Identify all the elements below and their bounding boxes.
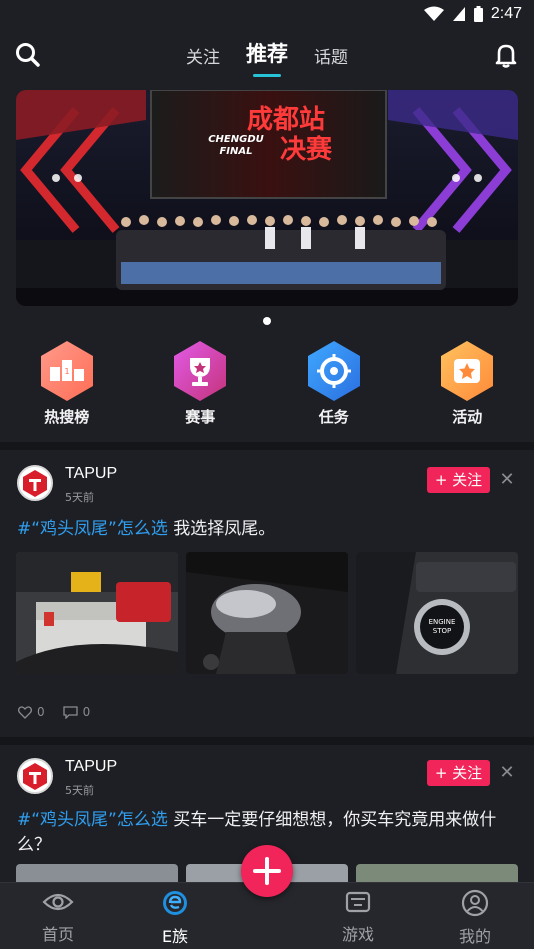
follow-button[interactable]: + 关注 bbox=[427, 467, 490, 493]
entry-tasks[interactable]: 任务 bbox=[267, 340, 401, 430]
post-images: ENGINE STOP bbox=[16, 552, 518, 674]
tab-follow[interactable]: 关注 bbox=[186, 43, 220, 68]
follow-button[interactable]: + 关注 bbox=[427, 760, 490, 786]
author-name[interactable]: TAPUP bbox=[65, 758, 117, 776]
post-body: 我选择凤尾。 bbox=[167, 519, 276, 539]
svg-text:STOP: STOP bbox=[433, 627, 451, 635]
carousel-dot[interactable] bbox=[263, 317, 271, 325]
status-time: 2:47 bbox=[490, 5, 522, 22]
post-image-gear-shifter[interactable] bbox=[186, 552, 348, 674]
signal-icon bbox=[452, 7, 465, 21]
feed-post[interactable]: TAPUP 5天前 + 关注 ✕ #“鸡头凤尾”怎么选 我选择凤尾。 ENGIN… bbox=[0, 465, 534, 730]
post-image-start-button[interactable]: ENGINE STOP bbox=[356, 552, 518, 674]
tapup-logo-icon bbox=[23, 763, 47, 790]
post-time: 5天前 bbox=[65, 491, 94, 504]
svg-text:1: 1 bbox=[64, 367, 69, 376]
post-image-engine[interactable] bbox=[16, 552, 178, 674]
plus-icon bbox=[253, 857, 281, 885]
notifications-button[interactable] bbox=[492, 41, 520, 69]
tab-recommend[interactable]: 推荐 bbox=[246, 38, 288, 77]
entry-label: 活动 bbox=[452, 408, 483, 426]
entry-activities[interactable]: 活动 bbox=[401, 340, 534, 430]
close-icon[interactable]: ✕ bbox=[498, 467, 516, 493]
create-post-button[interactable] bbox=[241, 845, 293, 897]
nav-profile[interactable]: 我的 bbox=[435, 889, 515, 947]
entry-label: 热搜榜 bbox=[44, 408, 90, 426]
eye-icon bbox=[42, 893, 74, 911]
entry-hot-search[interactable]: 1 热搜榜 bbox=[0, 340, 134, 430]
tapup-logo-icon bbox=[23, 470, 47, 497]
avatar[interactable] bbox=[17, 758, 53, 794]
svg-text:CHENGDU: CHENGDU bbox=[208, 134, 264, 145]
profile-icon bbox=[461, 889, 489, 917]
star-icon bbox=[441, 341, 494, 401]
wifi-icon bbox=[423, 6, 444, 21]
tab-topics[interactable]: 话题 bbox=[314, 43, 348, 68]
heart-icon bbox=[18, 705, 32, 719]
avatar[interactable] bbox=[17, 465, 53, 501]
top-nav: 关注 推荐 话题 bbox=[0, 30, 534, 80]
comment-count: 0 bbox=[82, 705, 91, 719]
svg-text:ENGINE: ENGINE bbox=[429, 618, 456, 626]
nav-label: 首页 bbox=[41, 925, 74, 944]
nav-games[interactable]: 游戏 bbox=[318, 889, 398, 945]
comment-stat[interactable]: 0 bbox=[62, 705, 91, 719]
post-image[interactable] bbox=[16, 864, 178, 882]
banner-title: 成都站 bbox=[247, 105, 325, 135]
author-name[interactable]: TAPUP bbox=[65, 465, 117, 483]
entry-label: 赛事 bbox=[185, 408, 216, 426]
close-icon[interactable]: ✕ bbox=[498, 760, 516, 786]
svg-text:FINAL: FINAL bbox=[219, 146, 252, 157]
post-time: 5天前 bbox=[65, 784, 94, 797]
battery-icon bbox=[473, 6, 483, 22]
carousel-indicator bbox=[0, 310, 534, 329]
topic-tag[interactable]: #“鸡头凤尾”怎么选 bbox=[17, 519, 168, 539]
status-bar: 2:47 bbox=[0, 0, 534, 30]
entry-events[interactable]: 赛事 bbox=[134, 340, 268, 430]
nav-home[interactable]: 首页 bbox=[18, 889, 98, 945]
entry-label: 任务 bbox=[318, 408, 349, 426]
like-stat[interactable]: 0 bbox=[18, 705, 45, 719]
section-divider bbox=[0, 737, 534, 745]
nav-label: 游戏 bbox=[341, 925, 374, 944]
nav-label: E族 bbox=[161, 927, 189, 946]
quick-entries: 1 热搜榜 赛事 任务 活动 bbox=[0, 340, 534, 430]
banner-image: 成都站 决赛 CHENGDU FINAL bbox=[16, 90, 518, 306]
podium-icon: 1 bbox=[40, 341, 93, 401]
trophy-icon bbox=[174, 341, 227, 401]
nav-e-tribe[interactable]: E族 bbox=[135, 889, 215, 947]
section-divider bbox=[0, 442, 534, 450]
bell-icon bbox=[495, 44, 517, 68]
post-image[interactable] bbox=[356, 864, 518, 882]
comment-icon bbox=[62, 705, 78, 719]
post-text[interactable]: #“鸡头凤尾”怎么选 我选择凤尾。 bbox=[17, 517, 517, 542]
game-icon bbox=[345, 891, 371, 913]
banner-carousel[interactable]: 成都站 决赛 CHENGDU FINAL bbox=[16, 90, 518, 306]
e-tribe-icon bbox=[163, 891, 187, 915]
svg-text:决赛: 决赛 bbox=[280, 134, 333, 165]
feed-tabs: 关注 推荐 话题 bbox=[0, 38, 534, 77]
nav-label: 我的 bbox=[458, 927, 491, 946]
post-stats: 0 0 bbox=[18, 705, 102, 719]
target-icon bbox=[307, 341, 360, 401]
topic-tag[interactable]: #“鸡头凤尾”怎么选 bbox=[17, 810, 168, 830]
like-count: 0 bbox=[37, 705, 45, 719]
